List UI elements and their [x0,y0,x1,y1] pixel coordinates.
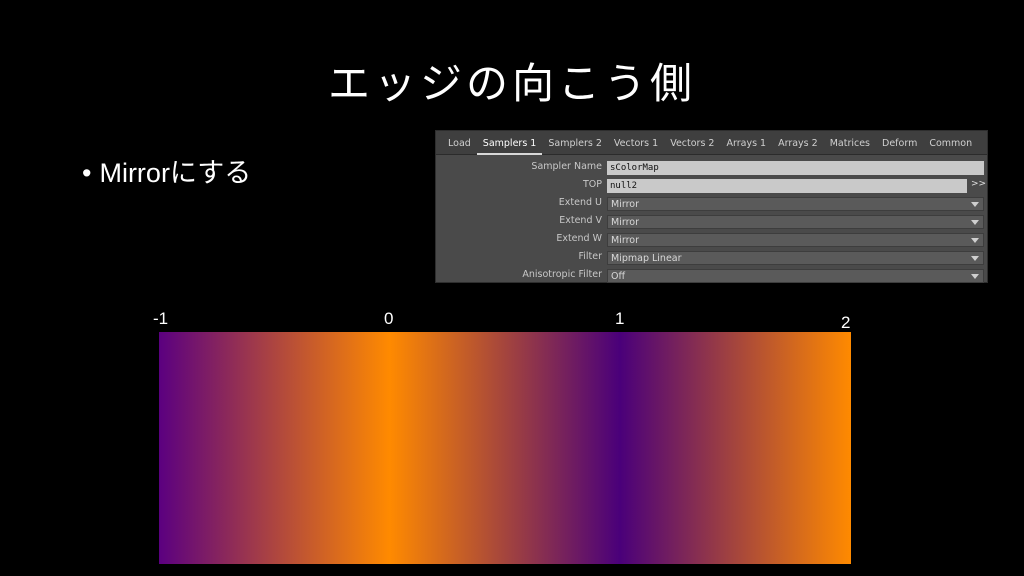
param-anisotropic-filter: Anisotropic Filter Off [436,267,987,285]
anisotropic-filter-dropdown[interactable]: Off [607,269,984,283]
tab-common[interactable]: Common [923,131,978,155]
tick-label-1: 1 [615,309,625,328]
top-field[interactable]: null2 [607,179,967,193]
tab-vectors-1[interactable]: Vectors 1 [608,131,664,155]
tab-deform[interactable]: Deform [876,131,923,155]
param-sampler-name: Sampler Name sColorMap [436,159,987,177]
tick-label-minus-1: -1 [153,309,169,328]
param-label: Extend U [558,197,602,208]
tab-arrays-2[interactable]: Arrays 2 [772,131,824,155]
param-label: Sampler Name [531,161,602,172]
tab-samplers-1[interactable]: Samplers 1 [476,131,543,155]
bullet-item: • Mirrorにする [82,156,251,190]
chevron-down-icon [971,256,979,261]
parameter-panel: Load Samplers 1 Samplers 2 Vectors 1 Vec… [435,130,988,283]
tab-bar: Load Samplers 1 Samplers 2 Vectors 1 Vec… [436,131,987,155]
param-extend-u: Extend U Mirror [436,195,987,213]
chevron-down-icon [971,238,979,243]
dropdown-value: Mirror [611,235,639,246]
dropdown-value: Off [611,271,626,282]
chevron-down-icon [971,274,979,279]
bullet-dot: • [82,158,92,188]
dropdown-value: Mipmap Linear [611,253,682,264]
sampler-name-field[interactable]: sColorMap [607,161,984,175]
param-top: TOP null2 >> [436,177,987,195]
param-filter: Filter Mipmap Linear [436,249,987,267]
param-label: Filter [578,251,602,262]
tab-matrices[interactable]: Matrices [824,131,876,155]
param-label: TOP [582,179,602,190]
dropdown-value: Mirror [611,199,639,210]
tick-label-2: 2 [841,313,851,332]
slide-title: エッジの向こう側 [327,59,696,108]
param-extend-v: Extend V Mirror [436,213,987,231]
tick-label-0: 0 [384,309,394,328]
param-label: Extend V [559,215,602,226]
param-label: Anisotropic Filter [522,269,602,280]
top-jump-button[interactable]: >> [971,179,986,189]
filter-dropdown[interactable]: Mipmap Linear [607,251,984,265]
tab-samplers-2[interactable]: Samplers 2 [542,131,608,155]
dropdown-value: Mirror [611,217,639,228]
tab-load[interactable]: Load [442,131,477,155]
chevron-down-icon [971,202,979,207]
chevron-down-icon [971,220,979,225]
bullet-text: Mirrorにする [99,158,252,188]
extend-w-dropdown[interactable]: Mirror [607,233,984,247]
parameter-rows: Sampler Name sColorMap TOP null2 >> Exte… [436,159,987,285]
param-label: Extend W [556,233,602,244]
param-extend-w: Extend W Mirror [436,231,987,249]
tab-vectors-2[interactable]: Vectors 2 [664,131,720,155]
mirror-gradient-strip [159,332,851,564]
extend-v-dropdown[interactable]: Mirror [607,215,984,229]
extend-u-dropdown[interactable]: Mirror [607,197,984,211]
tab-arrays-1[interactable]: Arrays 1 [720,131,772,155]
